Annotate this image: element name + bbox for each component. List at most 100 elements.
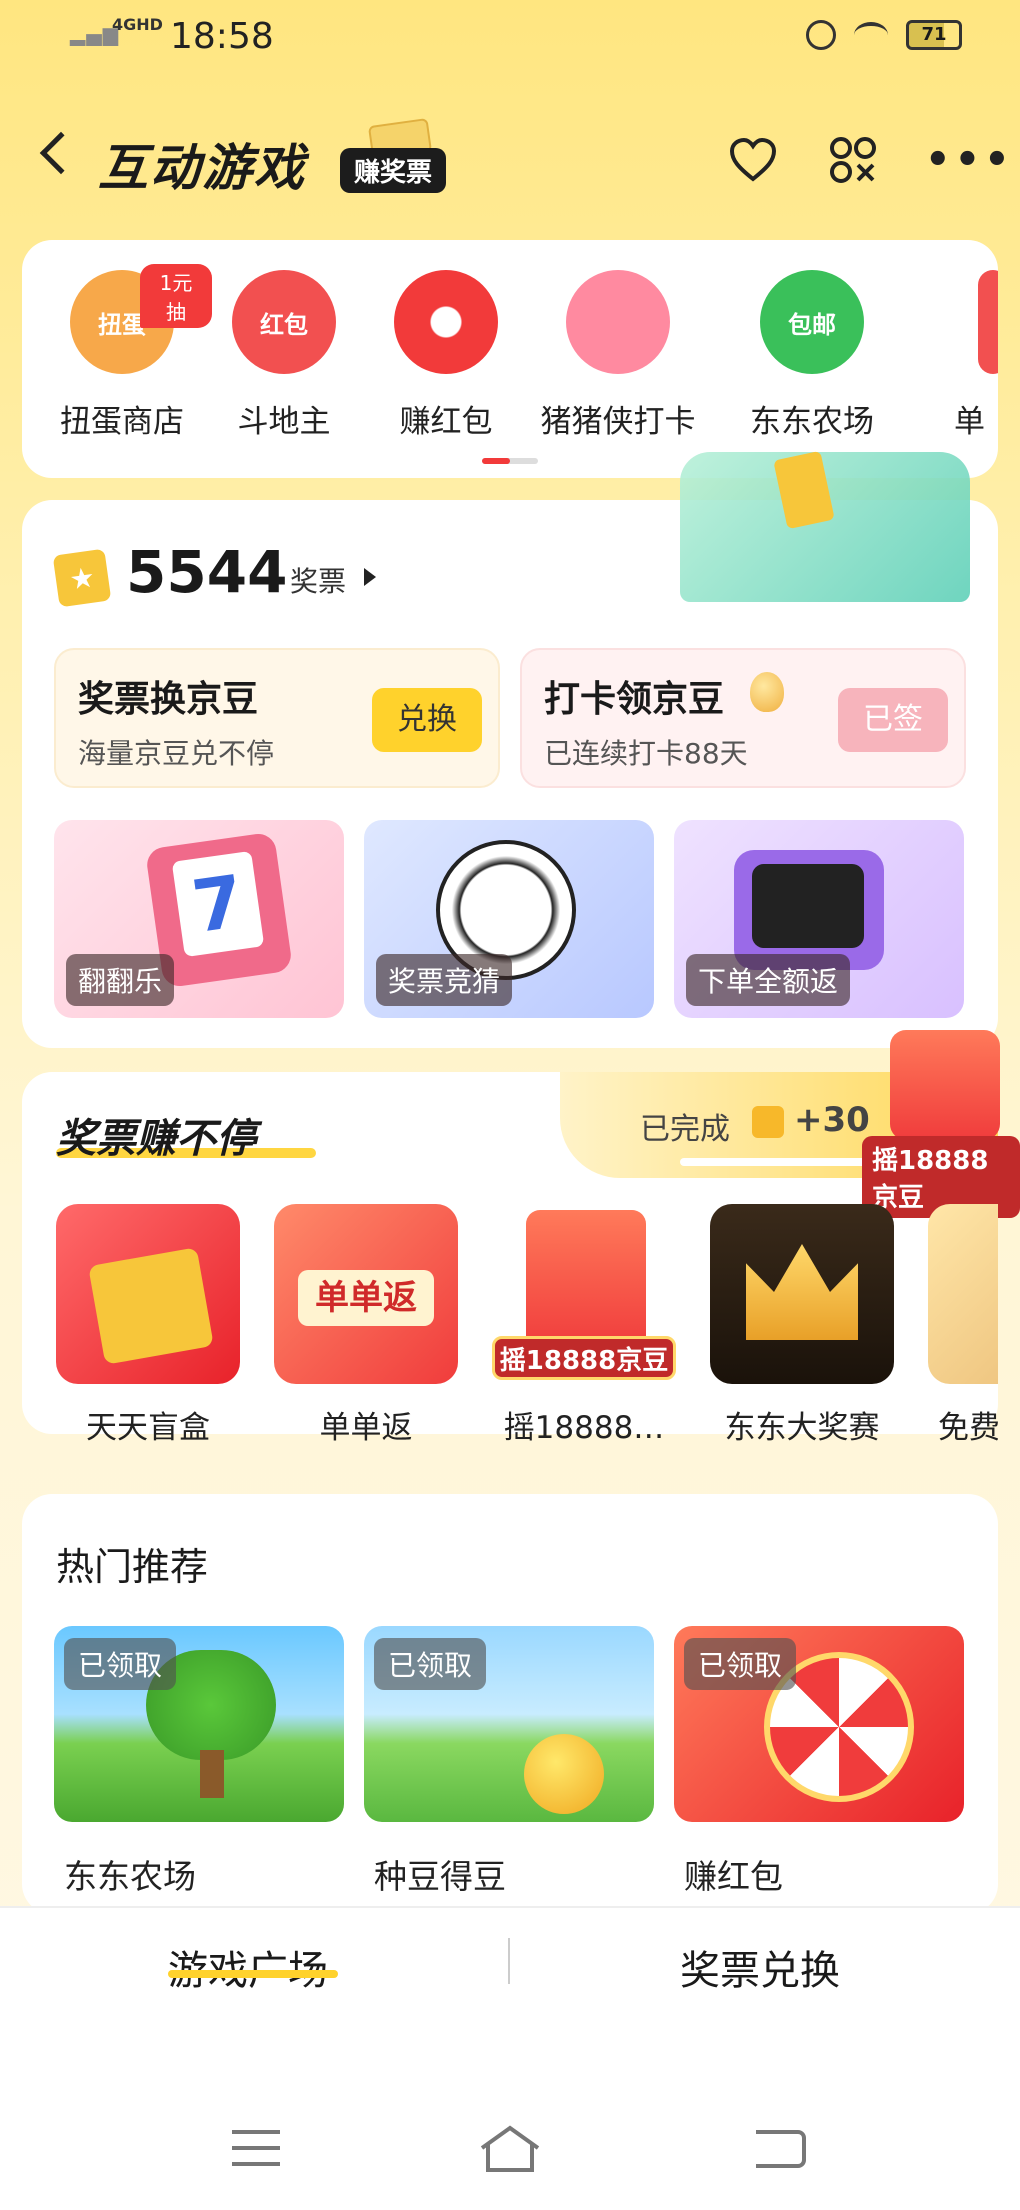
status-right: 71 [806, 20, 962, 50]
status-bar: ▂▄▆ 4GHD 18:58 71 [0, 0, 1020, 80]
task-free[interactable]: 免费 [928, 1204, 998, 1447]
ticket-icon: ★ [52, 548, 112, 608]
ticket-count: 5544 [126, 538, 288, 606]
tab-game-plaza[interactable]: 游戏广场 [168, 1938, 328, 1996]
contest-image [710, 1204, 894, 1384]
hot-item-label: 种豆得豆 [374, 1857, 506, 1896]
red-envelope-icon [978, 270, 998, 374]
heart-icon[interactable] [728, 135, 778, 185]
signed-button[interactable]: 已签 [838, 688, 948, 752]
egg-icon [750, 672, 784, 712]
promo-label: 翻翻乐 [66, 954, 175, 1006]
bottom-tab-bar: 游戏广场 奖票兑换 [0, 1906, 1020, 2056]
task-label: 免费 [938, 1410, 998, 1446]
pager-active [482, 458, 510, 464]
bean-image: 已领取 [364, 1626, 654, 1822]
scan-icon[interactable] [828, 135, 878, 185]
claimed-badge: 已领取 [684, 1638, 797, 1690]
alarm-icon [806, 20, 836, 50]
crown-icon [746, 1244, 858, 1340]
tab-divider [508, 1938, 510, 1984]
promo-label: 下单全额返 [686, 954, 851, 1006]
promo-guess[interactable]: 奖票竞猜 [364, 820, 654, 1018]
game-label: 单 [954, 404, 985, 440]
game-label: 斗地主 [237, 404, 331, 440]
checkin-title: 打卡领京豆 [544, 679, 725, 720]
ticket-unit-link[interactable]: 奖票 [290, 560, 346, 600]
task-label: 天天盲盒 [86, 1410, 210, 1446]
exchange-button[interactable]: 兑换 [372, 688, 482, 752]
exchange-title: 奖票换京豆 [78, 679, 259, 720]
floating-red-envelope-icon[interactable] [890, 1030, 1000, 1140]
progress-bar [680, 1158, 880, 1166]
promo-refund[interactable]: 下单全额返 [674, 820, 964, 1018]
more-icon[interactable]: ••• [925, 140, 1014, 180]
tree-icon: 包邮 [760, 270, 864, 374]
task-label: 东东大奖赛 [724, 1410, 880, 1446]
game-item-landlord[interactable]: 红包 斗地主 [194, 270, 374, 441]
game-item-farm[interactable]: 包邮 东东农场 [722, 270, 902, 441]
page-title: 互动游戏 [98, 139, 306, 197]
refund-image: 单单返 [274, 1204, 458, 1384]
free-image [928, 1204, 998, 1384]
game-label: 猪猪侠打卡 [540, 404, 696, 440]
active-tab-indicator [168, 1970, 338, 1978]
game-label: 扭蛋商店 [60, 404, 184, 440]
red-envelope-icon [526, 1210, 646, 1350]
hot-item-bean[interactable]: 已领取 种豆得豆 [364, 1626, 654, 1898]
promo-label: 奖票竞猜 [376, 954, 513, 1006]
refund-image-text: 单单返 [298, 1270, 434, 1326]
flip-number-image: 7 [171, 850, 265, 958]
game-item-gashapon[interactable]: 扭蛋 1元抽 扭蛋商店 [32, 264, 212, 441]
shake-image: 摇18888京豆 [492, 1204, 676, 1384]
wifi-icon [854, 22, 888, 48]
task-label: 单单返 [319, 1410, 413, 1446]
blindbox-image [56, 1204, 240, 1384]
pig-icon [566, 270, 670, 374]
hot-title: 热门推荐 [56, 1545, 209, 1589]
game-item-pig-checkin[interactable]: 猪猪侠打卡 [528, 270, 708, 441]
red-envelope-icon: 红包 [232, 270, 336, 374]
game-label: 赚红包 [399, 404, 493, 440]
network-indicator: 4GHD [112, 15, 163, 34]
farm-image: 已领取 [54, 1626, 344, 1822]
menu-icon[interactable] [232, 2130, 280, 2166]
gift-box-icon [88, 1247, 214, 1365]
battery-icon: 71 [906, 20, 962, 50]
earn-tickets-badge[interactable]: 赚奖票 [340, 148, 447, 193]
game-item-earn-red[interactable]: 赚红包 [356, 270, 536, 441]
hot-item-farm[interactable]: 已领取 东东农场 [54, 1626, 344, 1898]
tab-ticket-exchange[interactable]: 奖票兑换 [680, 1938, 840, 1996]
tree-trunk [200, 1750, 224, 1798]
shake-image-text: 摇18888京豆 [492, 1336, 676, 1380]
task-contest[interactable]: 东东大奖赛 [710, 1204, 894, 1447]
wheel-icon [394, 270, 498, 374]
checkin-desc: 已连续打卡88天 [544, 737, 748, 770]
games-card: 扭蛋 1元抽 扭蛋商店 红包 斗地主 赚红包 猪猪侠打卡 包邮 东东农场 单 [22, 240, 998, 478]
game-item-partial[interactable]: 单 [902, 270, 998, 441]
arrow-right-icon[interactable] [364, 568, 376, 586]
hot-item-red-envelope[interactable]: 已领取 赚红包 [674, 1626, 964, 1898]
exchange-card[interactable]: 奖票换京豆 海量京豆兑不停 兑换 [54, 648, 500, 788]
ticket-icon [752, 1106, 784, 1138]
task-blindbox[interactable]: 天天盲盒 [56, 1204, 240, 1447]
checkin-card[interactable]: 打卡领京豆 已连续打卡88天 已签 [520, 648, 966, 788]
bean-character-icon [524, 1734, 604, 1814]
task-label: 摇18888… [503, 1410, 665, 1446]
wheel-image: 已领取 [674, 1626, 964, 1822]
claimed-badge: 已领取 [374, 1638, 487, 1690]
back-icon[interactable] [39, 131, 83, 175]
exchange-desc: 海量京豆兑不停 [78, 737, 275, 770]
claimed-badge: 已领取 [64, 1638, 177, 1690]
back-nav-icon[interactable] [756, 2130, 806, 2168]
hot-item-label: 赚红包 [684, 1857, 783, 1896]
task-shake[interactable]: 摇18888京豆 摇18888… [492, 1204, 676, 1447]
hot-item-label: 东东农场 [64, 1857, 196, 1896]
task-refund[interactable]: 单单返 单单返 [274, 1204, 458, 1447]
tv-screen-image [752, 864, 864, 948]
done-label: 已完成 [640, 1112, 730, 1147]
done-value: +30 [794, 1100, 870, 1140]
promo-flip[interactable]: 7 翻翻乐 [54, 820, 344, 1018]
status-time: 18:58 [170, 16, 274, 57]
home-icon[interactable] [478, 2124, 542, 2174]
